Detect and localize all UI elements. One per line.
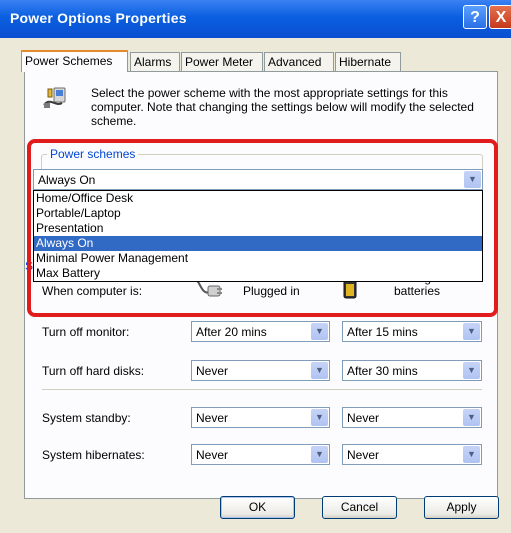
power-scheme-dropdown-list[interactable]: Home/Office Desk Portable/Laptop Present… <box>33 190 483 282</box>
system-hibernates-label: System hibernates: <box>42 448 145 462</box>
monitor-battery-select[interactable]: After 15 mins ▼ <box>342 321 482 342</box>
turn-off-monitor-label: Turn off monitor: <box>42 325 130 339</box>
cancel-button[interactable]: Cancel <box>322 496 397 519</box>
hibernate-plugged-select[interactable]: Never ▼ <box>191 444 330 465</box>
standby-plugged-select[interactable]: Never ▼ <box>191 407 330 428</box>
monitor-battery-value: After 15 mins <box>347 325 418 339</box>
ok-button[interactable]: OK <box>220 496 295 519</box>
help-icon: ? <box>470 9 480 26</box>
monitor-plugged-value: After 20 mins <box>196 325 267 339</box>
tab-power-meter[interactable]: Power Meter <box>181 52 263 71</box>
when-computer-is-label: When computer is: <box>42 284 143 298</box>
plugged-in-label: Plugged in <box>243 284 300 298</box>
close-icon: X <box>495 9 507 26</box>
list-item-selected[interactable]: Always On <box>34 236 482 251</box>
disks-battery-value: After 30 mins <box>347 364 418 378</box>
disks-battery-select[interactable]: After 30 mins ▼ <box>342 360 482 381</box>
standby-plugged-value: Never <box>196 411 229 425</box>
window-title: Power Options Properties <box>10 10 187 26</box>
power-options-icon <box>43 87 66 108</box>
tab-power-schemes[interactable]: Power Schemes <box>21 50 128 72</box>
power-scheme-select[interactable]: Always On ▼ <box>33 169 483 190</box>
chevron-down-icon[interactable]: ▼ <box>463 409 480 426</box>
power-scheme-selected-value: Always On <box>38 173 96 187</box>
standby-battery-value: Never <box>347 411 380 425</box>
tab-alarms[interactable]: Alarms <box>130 52 180 71</box>
system-standby-label: System standby: <box>42 411 131 425</box>
settings-separator <box>42 389 482 390</box>
power-schemes-group-label: Power schemes <box>47 147 139 161</box>
dialog-client: Power Schemes Alarms Power Meter Advance… <box>0 38 511 533</box>
list-item[interactable]: Minimal Power Management <box>34 251 482 266</box>
chevron-down-icon[interactable]: ▼ <box>463 323 480 340</box>
chevron-down-icon[interactable]: ▼ <box>311 409 328 426</box>
chevron-down-icon[interactable]: ▼ <box>464 171 481 188</box>
chevron-down-icon[interactable]: ▼ <box>311 362 328 379</box>
hibernate-battery-select[interactable]: Never ▼ <box>342 444 482 465</box>
close-button[interactable]: X <box>489 5 511 29</box>
apply-button[interactable]: Apply <box>424 496 499 519</box>
list-item[interactable]: Max Battery <box>34 266 482 281</box>
hibernate-plugged-value: Never <box>196 448 229 462</box>
tab-advanced[interactable]: Advanced <box>264 52 334 71</box>
list-item[interactable]: Portable/Laptop <box>34 206 482 221</box>
monitor-plugged-select[interactable]: After 20 mins ▼ <box>191 321 330 342</box>
disks-plugged-value: Never <box>196 364 229 378</box>
settings-group-label-fragment: S <box>25 259 34 273</box>
turn-off-hard-disks-label: Turn off hard disks: <box>42 364 145 378</box>
list-item[interactable]: Home/Office Desk <box>34 191 482 206</box>
intro-text: Select the power scheme with the most ap… <box>91 86 474 128</box>
chevron-down-icon[interactable]: ▼ <box>463 362 480 379</box>
standby-battery-select[interactable]: Never ▼ <box>342 407 482 428</box>
chevron-down-icon[interactable]: ▼ <box>463 446 480 463</box>
help-button[interactable]: ? <box>463 5 487 29</box>
power-options-window: Power Options Properties ? X Power Schem… <box>0 0 511 533</box>
tab-hibernate[interactable]: Hibernate <box>335 52 401 71</box>
title-bar[interactable]: Power Options Properties ? X <box>0 0 511 38</box>
hibernate-battery-value: Never <box>347 448 380 462</box>
disks-plugged-select[interactable]: Never ▼ <box>191 360 330 381</box>
list-item[interactable]: Presentation <box>34 221 482 236</box>
chevron-down-icon[interactable]: ▼ <box>311 323 328 340</box>
chevron-down-icon[interactable]: ▼ <box>311 446 328 463</box>
